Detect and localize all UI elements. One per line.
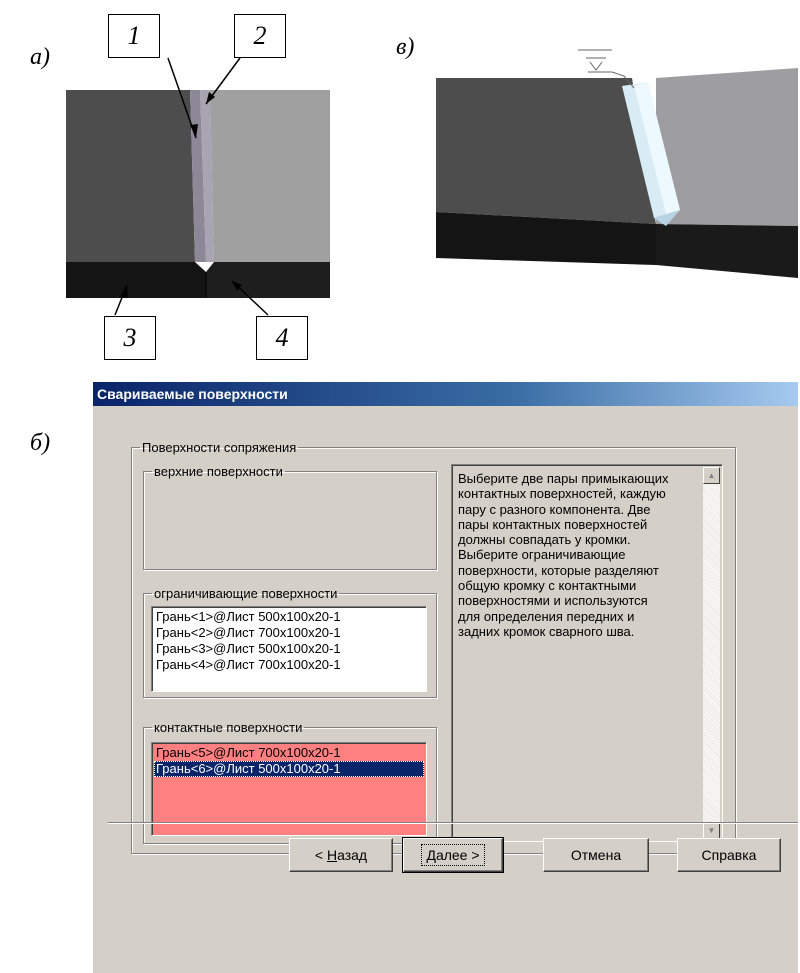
help-button[interactable]: Справка: [677, 838, 781, 872]
help-scrollbar[interactable]: ▲ ▼: [703, 467, 720, 839]
list-item[interactable]: Грань<2>@Лист 700x100x20-1: [154, 625, 424, 641]
cancel-button[interactable]: Отмена: [543, 838, 649, 872]
list-item[interactable]: Грань<4>@Лист 700x100x20-1: [154, 657, 424, 673]
help-text-box: Выберите две пары примыкающих контактных…: [451, 464, 723, 842]
list-item[interactable]: Грань<5>@Лист 700x100x20-1: [154, 745, 424, 761]
weld-surfaces-dialog: Свариваемые поверхности Поверхности сопр…: [92, 381, 798, 973]
callout-3: 3: [104, 316, 156, 360]
next-button[interactable]: Далее >: [402, 837, 504, 873]
bounding-surfaces-legend: ограничивающие поверхности: [154, 586, 338, 601]
list-item-selected[interactable]: Грань<6>@Лист 500x100x20-1: [154, 761, 424, 777]
back-button[interactable]: < Назад: [289, 838, 393, 872]
scroll-up-button[interactable]: ▲: [703, 467, 720, 484]
back-label: азад: [337, 847, 368, 863]
next-mnemonic: Д: [426, 847, 436, 863]
next-label: алее >: [435, 847, 480, 863]
help-text: Выберите две пары примыкающих контактных…: [458, 471, 669, 639]
dialog-title[interactable]: Свариваемые поверхности: [93, 382, 798, 406]
label-figure-b: б): [30, 430, 51, 456]
arrow-down-icon: ▼: [707, 826, 716, 835]
bounding-surfaces-list[interactable]: Грань<1>@Лист 500x100x20-1 Грань<2>@Лист…: [151, 606, 427, 692]
top-surfaces-legend: верхние поверхности: [154, 464, 283, 479]
figure-a-plates: [66, 90, 330, 298]
scroll-down-button[interactable]: ▼: [703, 822, 720, 839]
help-label: Справка: [701, 847, 757, 863]
contact-surfaces-legend: контактные поверхности: [154, 720, 303, 735]
list-item[interactable]: Грань<3>@Лист 500x100x20-1: [154, 641, 424, 657]
label-figure-v: в): [396, 34, 415, 60]
callout-1: 1: [108, 14, 160, 58]
callout-2: 2: [234, 14, 286, 58]
cancel-label: Отмена: [570, 847, 622, 863]
back-mnemonic: Н: [326, 847, 338, 863]
top-surfaces-group: верхние поверхности: [143, 464, 437, 570]
arrow-up-icon: ▲: [707, 471, 716, 480]
callout-4: 4: [256, 316, 308, 360]
label-figure-a: а): [30, 44, 50, 70]
button-separator: [108, 822, 798, 824]
list-item[interactable]: Грань<1>@Лист 500x100x20-1: [154, 609, 424, 625]
mating-surfaces-legend: Поверхности сопряжения: [142, 440, 297, 455]
back-prefix: <: [314, 847, 327, 863]
figure-v-welded-plates: [436, 49, 798, 278]
